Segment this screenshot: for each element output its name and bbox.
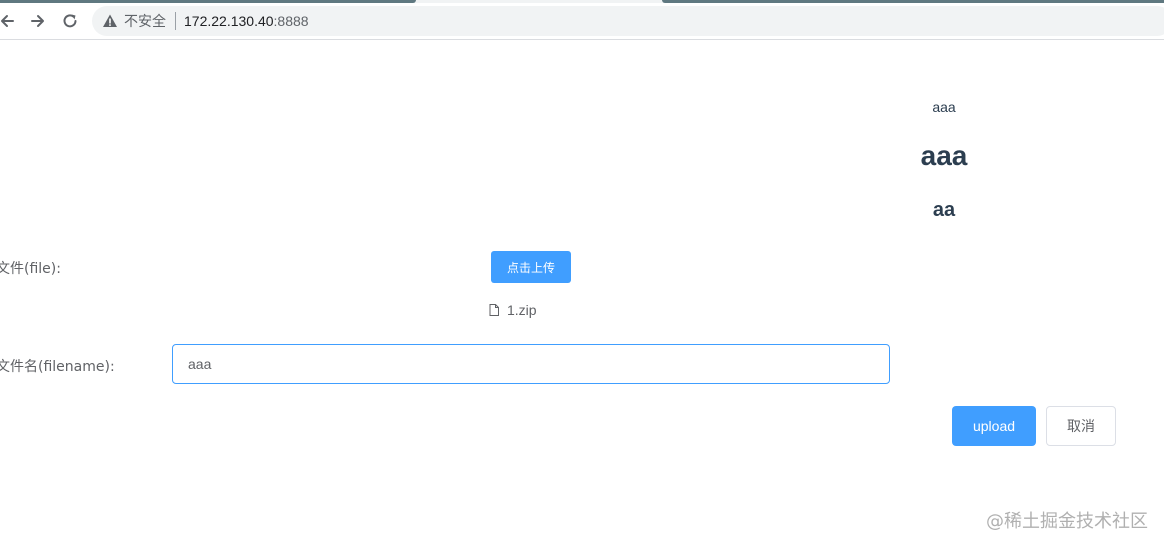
page-subtitle: aaa — [932, 99, 956, 115]
cancel-button[interactable]: 取消 — [1046, 406, 1116, 446]
filename-input[interactable] — [172, 344, 890, 384]
document-icon — [489, 303, 501, 317]
page-heading-small: aa — [932, 199, 956, 221]
back-button[interactable] — [0, 8, 20, 34]
uploaded-file-name: 1.zip — [507, 302, 537, 318]
watermark: @稀土掘金技术社区 — [986, 511, 1148, 532]
address-bar[interactable]: 不安全 172.22.130.40 :8888 — [92, 6, 1164, 36]
reload-icon — [63, 14, 77, 28]
reload-button[interactable] — [57, 8, 83, 34]
browser-toolbar: 不安全 172.22.130.40 :8888 — [0, 3, 1164, 40]
forward-button[interactable] — [25, 8, 51, 34]
filename-label: 文件名(filename): — [0, 359, 115, 375]
security-status-label[interactable]: 不安全 — [124, 11, 166, 31]
arrow-right-icon — [31, 15, 44, 27]
omnibox-divider — [175, 12, 176, 30]
uploaded-file-item[interactable]: 1.zip — [489, 301, 537, 319]
upload-button[interactable]: upload — [952, 406, 1036, 446]
url-host[interactable]: 172.22.130.40 — [184, 13, 274, 29]
warning-icon[interactable] — [102, 13, 118, 29]
page-title: aaa — [920, 140, 968, 171]
arrow-left-icon — [1, 15, 14, 27]
select-file-button[interactable]: 点击上传 — [491, 251, 571, 283]
url-port[interactable]: :8888 — [274, 13, 309, 29]
file-label: 文件(file): — [0, 261, 61, 277]
browser-window: 不安全 172.22.130.40 :8888 aaa aaa aa 文件(fi… — [0, 0, 1164, 545]
